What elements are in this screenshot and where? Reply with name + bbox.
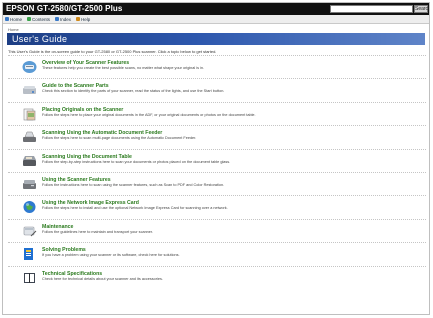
topic-overview-desc: These features help you create the best … (42, 66, 205, 70)
toolbar-index[interactable]: Index (55, 16, 71, 23)
toolbar: Home Contents Index Help (3, 15, 429, 24)
topic-table-scanning: Scanning Using the Document Table Follow… (8, 148, 426, 172)
page-banner: User's Guide (7, 33, 425, 45)
topic-specifications-desc: Check here for technical details about y… (42, 276, 163, 281)
help-icon (76, 17, 81, 21)
topic-adf-scanning-desc: Follow the steps here to scan multi-page… (42, 136, 197, 141)
scanner-parts-icon (23, 86, 36, 95)
document-feeder-icon (23, 131, 36, 143)
home-icon (5, 17, 9, 21)
scanner-features-icon (23, 179, 36, 189)
network-globe-icon (23, 201, 36, 214)
topic-specifications: Technical Specifications Check here for … (8, 265, 426, 289)
topic-solving-problems-desc: If you have a problem using your scanner… (42, 253, 180, 258)
toolbar-home-label: Home (10, 16, 23, 22)
search-button[interactable]: Search (414, 5, 429, 13)
topic-list: Overview of Your Scanner Features These … (8, 55, 426, 289)
title-bar: EPSON GT-2580/GT-2500 Plus Search (3, 3, 429, 15)
toolbar-help[interactable]: Help (76, 16, 90, 23)
topic-network-card-desc: Follow the steps here to install and use… (42, 206, 228, 211)
toolbar-help-label: Help (81, 16, 91, 22)
documents-icon (23, 108, 36, 121)
toolbar-index-label: Index (60, 16, 72, 22)
search-input[interactable] (330, 5, 413, 13)
topic-solving-problems: Solving Problems If you have a problem u… (8, 242, 426, 265)
document-table-icon (23, 155, 36, 166)
topic-table-scanning-desc: Follow the step-by-step instructions her… (42, 159, 231, 164)
intro-text: This User's Guide is the on-screen guide… (8, 49, 217, 54)
toolbar-contents[interactable]: Contents (27, 16, 50, 23)
topic-adf-scanning: Scanning Using the Automatic Document Fe… (8, 125, 426, 148)
maintenance-icon (23, 226, 37, 237)
index-icon (55, 17, 60, 21)
topic-scanner-features-desc: Follow the instructions here to scan usi… (42, 182, 225, 187)
toolbar-contents-label: Contents (32, 16, 51, 22)
topic-scanner-parts: Guide to the Scanner Parts Check this se… (8, 78, 426, 101)
topic-scanner-parts-desc: Check this section to identify the parts… (42, 89, 225, 94)
troubleshooting-icon (24, 248, 33, 261)
topic-placing-originals: Placing Originals on the Scanner Follow … (8, 101, 426, 125)
scanner-icon (22, 61, 37, 73)
topic-maintenance: Maintenance Follow the guidelines here t… (8, 218, 426, 242)
browser-window: EPSON GT-2580/GT-2500 Plus Search Home C… (2, 2, 430, 315)
topic-placing-originals-desc: Follow the steps here to place your orig… (42, 112, 256, 117)
topic-scanner-features: Using the Scanner Features Follow the in… (8, 171, 426, 195)
contents-icon (27, 17, 32, 21)
window-title: EPSON GT-2580/GT-2500 Plus (6, 4, 123, 13)
page-title: User's Guide (12, 34, 68, 44)
toolbar-home[interactable]: Home (5, 16, 22, 23)
specifications-book-icon (24, 272, 35, 283)
topic-overview: Overview of Your Scanner Features These … (8, 55, 426, 78)
breadcrumb[interactable]: Home (8, 27, 19, 32)
topic-maintenance-desc: Follow the guidelines here to maintain a… (42, 229, 154, 234)
topic-network-card: Using the Network Image Express Card Fol… (8, 195, 426, 218)
